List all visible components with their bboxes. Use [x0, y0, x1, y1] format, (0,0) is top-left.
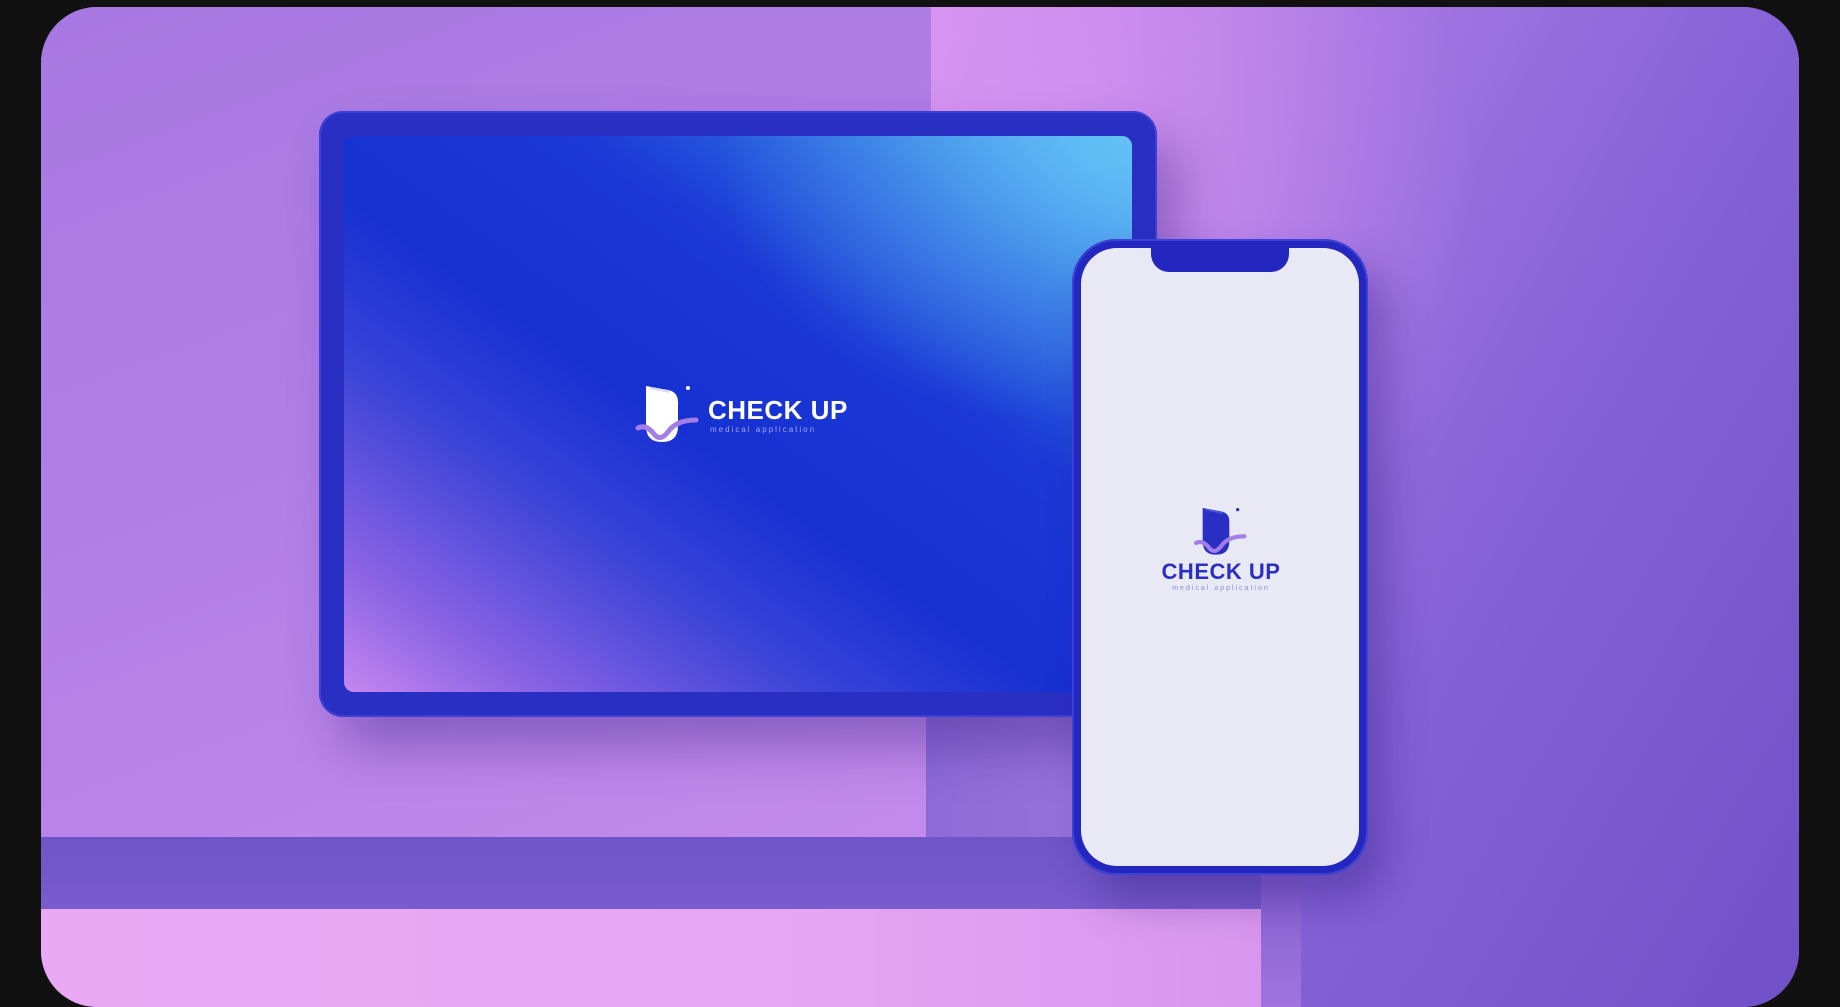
phone-screen: CHECK UP medical application	[1081, 248, 1359, 866]
tablet-screen: CHECK UP medical application	[344, 136, 1132, 692]
phone-logo-title: CHECK UP	[1161, 559, 1281, 584]
tablet-app-logo: CHECK UP medical application	[634, 380, 864, 460]
phone-device: CHECK UP medical application	[1072, 239, 1368, 875]
check-up-logo-icon	[635, 386, 699, 442]
phone-logo-subtitle: medical application	[1172, 585, 1270, 592]
tablet-device: CHECK UP medical application	[319, 111, 1157, 717]
mockup-scene: CHECK UP medical application CHECK UP me…	[41, 7, 1799, 1007]
phone-app-logo: CHECK UP medical application	[1151, 503, 1291, 603]
shelf-front	[41, 909, 1261, 1007]
tablet-logo-subtitle: medical application	[710, 425, 817, 434]
tablet-logo-title: CHECK UP	[708, 395, 848, 425]
phone-notch	[1151, 248, 1289, 272]
check-up-logo-icon	[1193, 508, 1247, 555]
